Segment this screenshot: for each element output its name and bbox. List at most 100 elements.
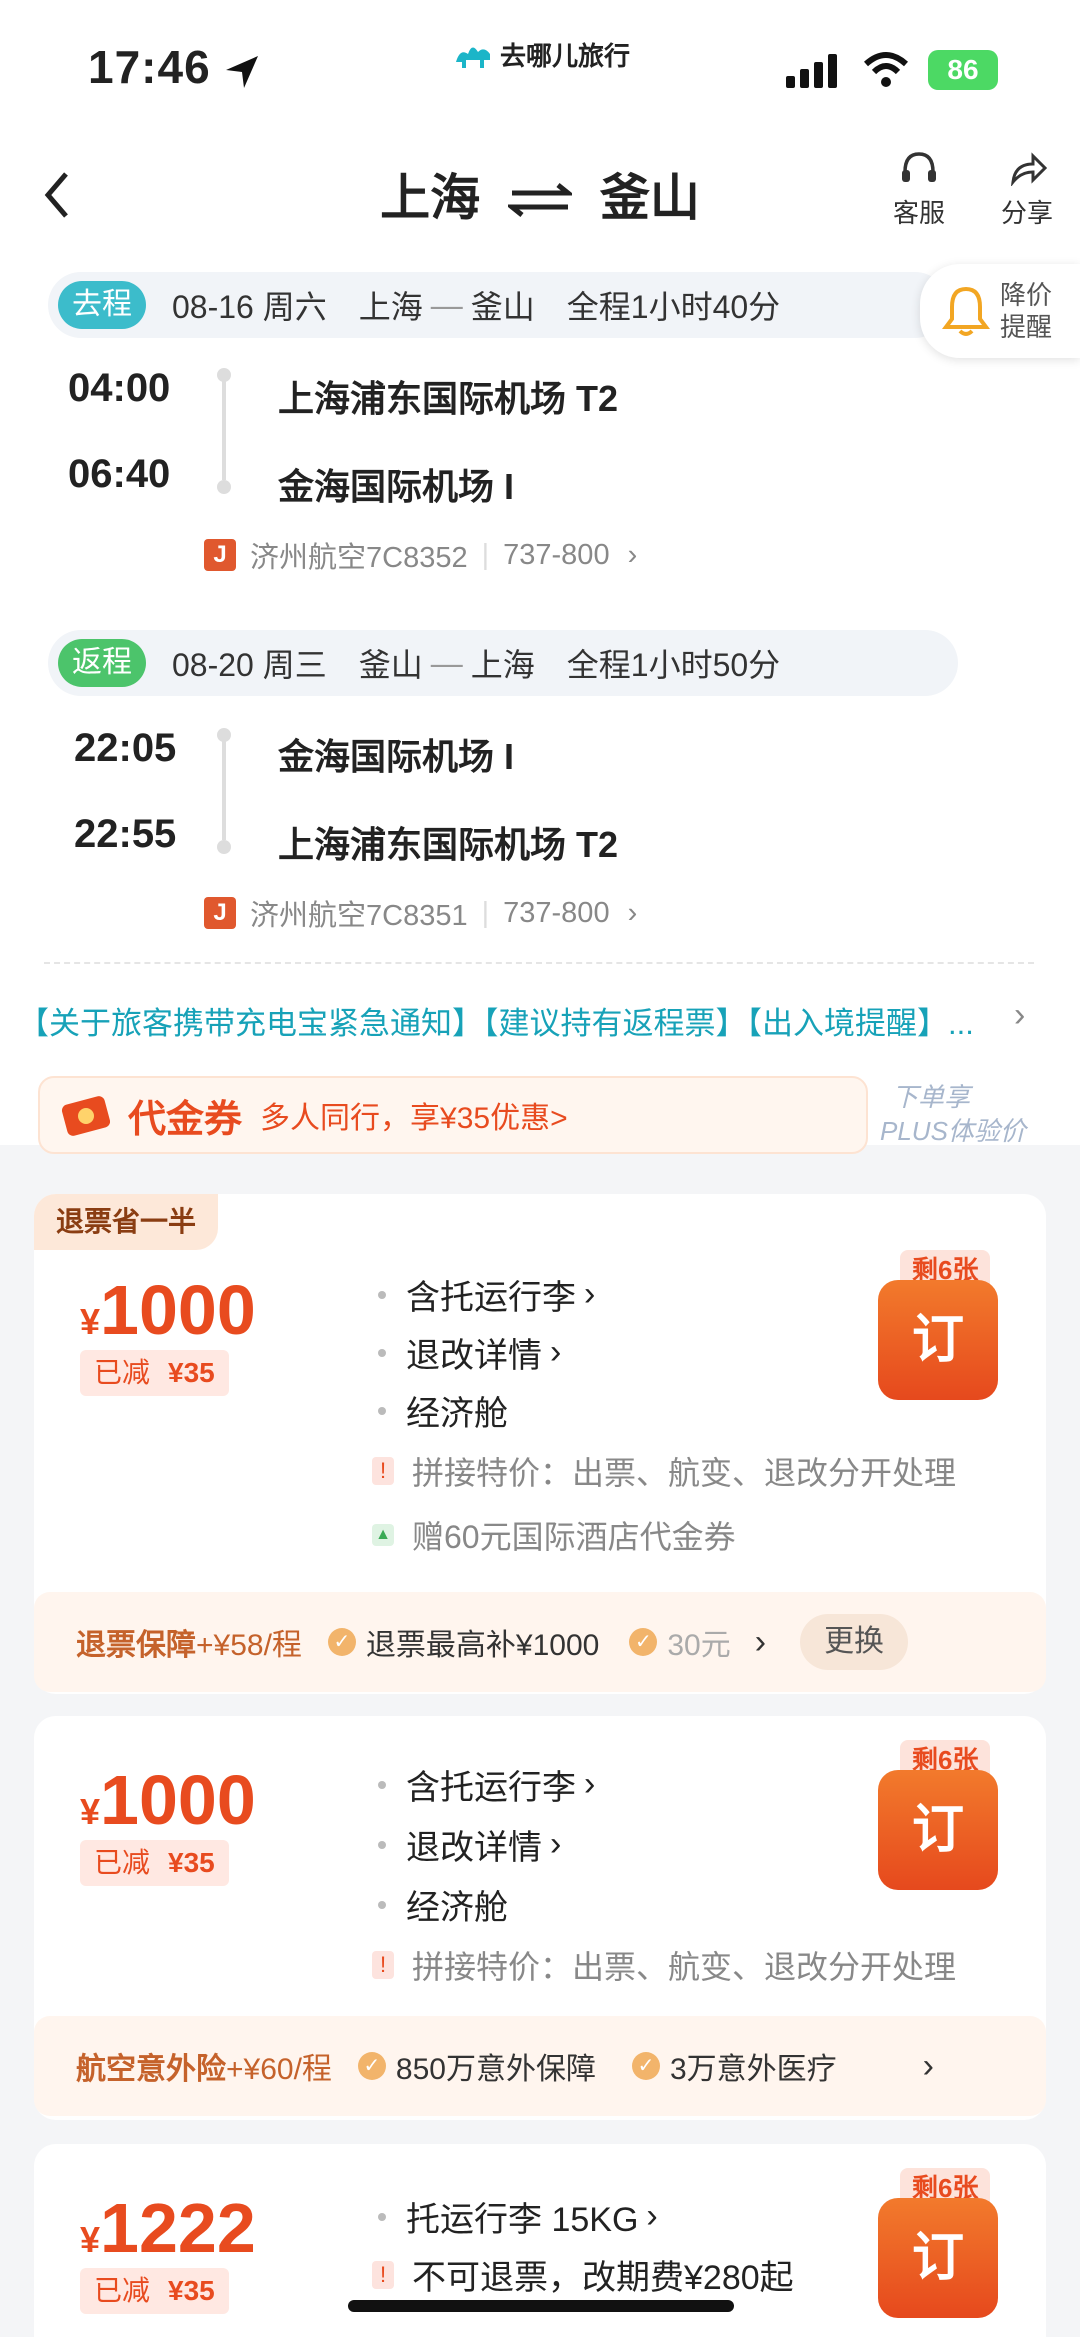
customer-service-button[interactable]: 客服 [874, 150, 964, 230]
title-to: 釜山 [599, 170, 700, 226]
camel-icon [456, 46, 490, 68]
insurance-name: 退票保障 [76, 1629, 196, 1662]
brand-name: 去哪儿旅行 [500, 41, 631, 71]
fare-price: ¥ 1222 [80, 2189, 256, 2267]
book-button[interactable]: 订 [878, 1280, 998, 1400]
gift-icon: ▲ [372, 1524, 394, 1546]
chevron-right-icon: › [627, 538, 638, 571]
chevron-right-icon: › [584, 1275, 596, 1313]
inbound-arr-airport: 上海浦东国际机场 T2 [278, 824, 619, 865]
insurance-price: +¥58/程 [196, 1629, 302, 1662]
outbound-dep-time: 04:00 [68, 366, 171, 410]
fare-price: ¥ 1000 [80, 1761, 256, 1839]
outbound-airline: 济州航空7C8352 [250, 542, 468, 574]
plus-tip-line1: 下单享 [892, 1082, 971, 1112]
baggage-link[interactable]: 托运行李 15KG › [374, 2192, 658, 2241]
outbound-duration: 全程1小时40分 [566, 289, 781, 325]
wifi-icon [864, 52, 908, 87]
outbound-date: 08-16 周六 [172, 289, 327, 325]
share-button[interactable]: 分享 [982, 150, 1072, 230]
inbound-tag: 返程 [58, 639, 146, 687]
outbound-airline-row[interactable]: J 济州航空7C8352 | 737-800 › [204, 534, 637, 576]
customer-service-label: 客服 [892, 198, 945, 228]
book-button[interactable]: 订 [878, 2198, 998, 2318]
fare-price-value: 1000 [100, 1271, 256, 1349]
notice-bar[interactable]: 【关于旅客携带充电宝紧急通知】【建议持有返程票】【出入境提醒】... [18, 998, 1018, 1043]
chevron-right-icon: › [550, 1825, 562, 1863]
baggage-link[interactable]: 含托运行李 › [374, 1760, 595, 1809]
timeline-line [222, 380, 226, 480]
baggage-link[interactable]: 含托运行李 › [374, 1270, 595, 1319]
warning-icon: ! [372, 1951, 394, 1979]
outbound-aircraft: 737-800 [503, 538, 610, 571]
location-arrow-icon [226, 56, 258, 88]
airline-logo-icon: J [204, 897, 236, 929]
fare-price-value: 1000 [100, 1761, 256, 1839]
insurance-name: 航空意外险 [76, 2053, 226, 2086]
battery-indicator: 86 [928, 50, 998, 90]
check-icon: ✓ [629, 1628, 658, 1656]
inbound-airline-row[interactable]: J 济州航空7C8351 | 737-800 › [204, 892, 637, 934]
voucher-banner[interactable]: 代金券 多人同行，享¥35优惠> [38, 1076, 868, 1154]
insurance-item2: 3万意外医疗 [669, 2053, 837, 2086]
timeline-dot [217, 840, 231, 854]
notice-chevron-icon[interactable]: › [1014, 996, 1025, 1035]
chevron-right-icon: › [584, 1765, 596, 1803]
insurance-change-button[interactable]: 更换 [800, 1614, 909, 1670]
home-indicator [348, 2300, 734, 2312]
cabin-class: 经济舱 [374, 1880, 508, 1929]
price-alert-line2: 提醒 [1000, 312, 1053, 342]
insurance-price: +¥60/程 [226, 2053, 332, 2086]
inbound-to: 上海 [470, 647, 535, 683]
outbound-arr-airport: 金海国际机场 I [278, 466, 515, 507]
share-label: 分享 [1000, 198, 1053, 228]
title-from: 上海 [380, 170, 481, 226]
inbound-summary: 返程 08-20 周三 釜山 — 上海 全程1小时50分 [48, 630, 958, 696]
chevron-right-icon: › [646, 2197, 658, 2235]
round-trip-icon [504, 173, 576, 231]
insurance-row[interactable]: 航空意外险 +¥60/程 ✓ 850万意外保障 ✓ 3万意外医疗 › [34, 2016, 1046, 2116]
refund-detail-link[interactable]: 退改详情 › [374, 1328, 561, 1377]
book-button[interactable]: 订 [878, 1770, 998, 1890]
warning-icon: ! [372, 1457, 394, 1485]
timeline-dot [217, 480, 231, 494]
voucher-title: 代金券 [128, 1098, 243, 1141]
special-fare-note: ! 拼接特价：出票、航变、退改分开处理 [372, 1942, 956, 1988]
outbound-dep-airport: 上海浦东国际机场 T2 [278, 378, 619, 419]
refund-detail-link[interactable]: 退改详情 › [374, 1820, 561, 1869]
route-dash-icon: — [430, 644, 463, 681]
check-icon: ✓ [357, 2052, 386, 2080]
warning-icon: ! [372, 2260, 394, 2289]
inbound-date: 08-20 周三 [172, 647, 327, 683]
outbound-from: 上海 [358, 289, 423, 325]
plus-price-tip: 下单享 PLUS体验价 [880, 1080, 1026, 1148]
outbound-to: 釜山 [470, 289, 535, 325]
insurance-item2: 30元 [667, 1629, 731, 1662]
fare-card: 退票省一半 ¥ 1000 已减 ¥35 含托运行李 › 退改详情 › 经济舱 ! 拼接特… [34, 1194, 1046, 1694]
price-alert-line1: 降价 [1000, 280, 1053, 310]
share-icon [1010, 152, 1048, 187]
insurance-item1: 退票最高补¥1000 [365, 1629, 600, 1662]
voucher-desc: 多人同行，享¥35优惠> [260, 1102, 568, 1135]
price-alert-button[interactable]: 降价 提醒 [920, 264, 1080, 358]
chevron-right-icon: › [627, 896, 638, 929]
chevron-right-icon: › [550, 1333, 562, 1371]
inbound-arr-time: 22:55 [74, 812, 177, 856]
fare-price: ¥ 1000 [80, 1271, 256, 1349]
headset-icon [902, 152, 936, 182]
plus-tip-line2: PLUS体验价 [880, 1116, 1026, 1146]
outbound-tag: 去程 [58, 281, 146, 329]
insurance-row[interactable]: 退票保障 +¥58/程 ✓ 退票最高补¥1000 ✓ 30元 › 更换 [34, 1592, 1046, 1692]
check-icon: ✓ [327, 1628, 356, 1656]
bell-icon [942, 286, 990, 336]
inbound-aircraft: 737-800 [503, 896, 610, 929]
reduced-tag: 已减 ¥35 [80, 1350, 229, 1396]
outbound-arr-time: 06:40 [68, 452, 171, 496]
route-dash-icon: — [430, 286, 463, 323]
check-icon: ✓ [631, 2052, 660, 2080]
coupon-icon [61, 1096, 111, 1136]
timeline-line [222, 740, 226, 840]
cabin-class: 经济舱 [374, 1386, 508, 1435]
divider [44, 962, 1034, 964]
outbound-summary: 去程 08-16 周六 上海 — 釜山 全程1小时40分 [48, 272, 948, 338]
